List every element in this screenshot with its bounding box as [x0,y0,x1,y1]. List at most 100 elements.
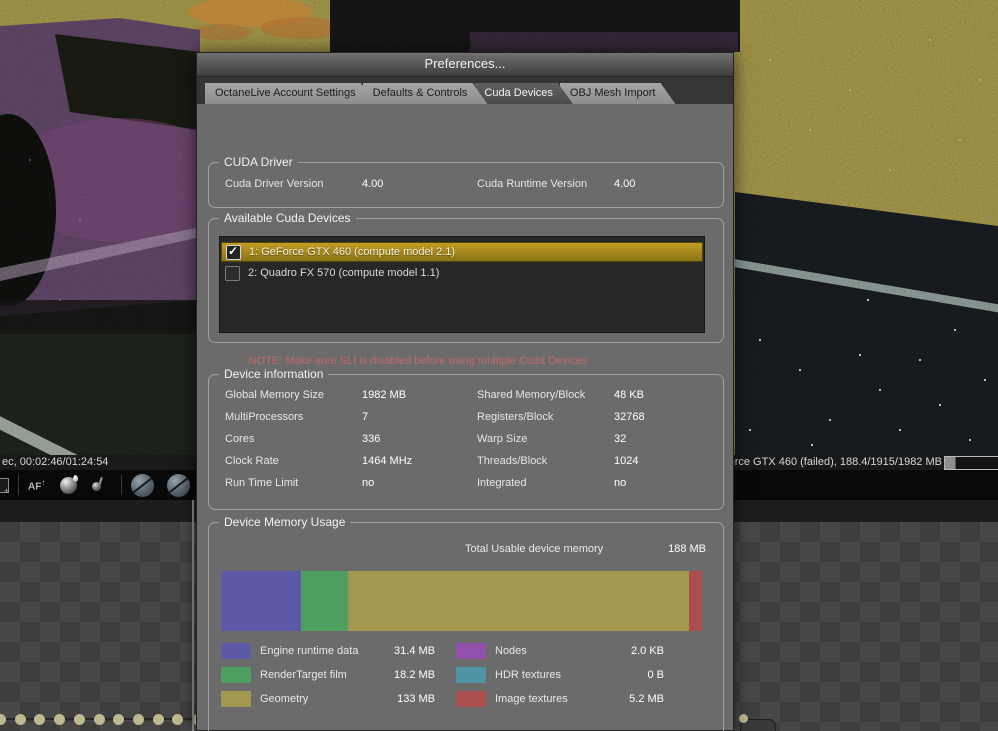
info-label: Clock Rate [225,455,279,467]
info-value: no [362,477,375,489]
legend-label: HDR textures [495,669,562,681]
render-time-status: ec, 00:02:46/01:24:54 [2,456,109,468]
sli-warning-note: NOTE: Make sure SLI is disabled before u… [248,355,588,367]
info-label: MultiProcessors [225,411,304,423]
bar-segment-engine-runtime [221,571,302,631]
keyframe-dot[interactable] [172,714,184,725]
info-label: Global Memory Size [225,389,325,401]
bar-segment-geometry [347,571,689,631]
focus-picker-icon[interactable] [92,476,108,493]
info-value: 48 KB [614,389,644,401]
legend-swatch-nodes [456,643,486,659]
device-memory-usage-group: Device Memory Usage Total Usable device … [208,515,724,731]
info-label: Integrated [477,477,527,489]
tab-defaults-controls[interactable]: Defaults & Controls [363,83,488,104]
info-value: 1464 MHz [362,455,413,467]
bar-segment-image-textures [688,571,702,631]
device-information-group: Device information Global Memory Size 19… [208,367,724,510]
group-label: Device information [219,367,329,382]
cuda-device-list: 1: GeForce GTX 460 (compute model 2.1) 2… [219,236,705,333]
tab-content-cuda-devices: CUDA Driver Cuda Driver Version 4.00 Cud… [197,104,733,731]
toolbar-separator [121,475,123,495]
tab-obj-mesh-import[interactable]: OBJ Mesh Import [560,83,676,104]
cuda-runtime-version-value: 4.00 [614,178,636,190]
cuda-driver-version-label: Cuda Driver Version [225,178,324,190]
info-value: 32 [614,433,627,445]
device-row-quadro570[interactable]: 2: Quadro FX 570 (compute model 1.1) [221,263,703,283]
legend-value: 18.2 MB [394,669,435,681]
device-row-gtx460[interactable]: 1: GeForce GTX 460 (compute model 2.1) [221,242,703,262]
total-usable-memory-label: Total Usable device memory [465,543,604,555]
device-label: 1: GeForce GTX 460 (compute model 2.1) [249,246,456,258]
legend-label: Nodes [495,645,527,657]
panel-divider[interactable] [192,500,194,731]
render-region-icon[interactable] [0,477,9,496]
info-label: Warp Size [477,433,528,445]
legend-label: Geometry [260,693,309,705]
legend-swatch-image-textures [456,691,486,707]
group-label: Device Memory Usage [219,515,351,530]
legend-swatch-geometry [221,691,251,707]
render-progress-bar [944,456,998,470]
sphere-disabled-alt-icon[interactable] [167,473,191,497]
info-label: Cores [225,433,255,445]
graph-node[interactable] [739,714,776,731]
autofocus-icon[interactable]: AF↑ [28,478,45,492]
dialog-title: Preferences... [424,56,506,71]
info-label: Registers/Block [477,411,554,423]
bar-segment-rendertarget-film [301,571,348,631]
info-label: Shared Memory/Block [477,389,586,401]
tab-octanelive-account-settings[interactable]: OctaneLive Account Settings [205,83,376,104]
info-value: 7 [362,411,369,423]
preferences-tabbar: OctaneLive Account Settings Defaults & C… [197,77,733,104]
cuda-driver-group: CUDA Driver Cuda Driver Version 4.00 Cud… [208,155,724,208]
group-label: CUDA Driver [219,155,298,170]
status-progress-fill [945,457,956,469]
app-window: ec, 00:02:46/01:24:54 ris, GeForce GTX 4… [0,0,998,731]
dialog-titlebar[interactable]: Preferences... [197,53,733,77]
material-ball-icon[interactable] [60,474,79,494]
legend-label: Engine runtime data [260,645,359,657]
keyframe-dot[interactable] [14,714,26,725]
info-label: Run Time Limit [225,477,299,489]
legend-swatch-hdr-textures [456,667,486,683]
keyframe-dot[interactable] [73,714,85,725]
info-value: no [614,477,627,489]
keyframe-dot[interactable] [132,714,144,725]
available-devices-group: Available Cuda Devices 1: GeForce GTX 46… [208,211,724,343]
memory-legend: Engine runtime data 31.4 MB Nodes 2.0 KB… [209,643,723,715]
keyframe-dot[interactable] [152,714,164,725]
sphere-disabled-icon[interactable] [131,473,155,497]
legend-value: 31.4 MB [394,645,435,657]
group-label: Available Cuda Devices [219,211,356,226]
cuda-runtime-version-label: Cuda Runtime Version [477,178,588,190]
info-value: 1024 [614,455,639,467]
preferences-dialog: Preferences... OctaneLive Account Settin… [196,52,734,731]
keyframe-dot[interactable] [34,714,46,725]
total-usable-memory-value: 188 MB [668,543,706,555]
legend-label: RenderTarget film [260,669,347,681]
legend-value: 5.2 MB [629,693,664,705]
legend-value: 2.0 KB [630,645,664,657]
keyframe-dot[interactable] [93,714,105,725]
device-checkbox-unchecked[interactable] [225,265,240,281]
memory-usage-bar [221,571,702,631]
toolbar-separator [18,475,19,495]
legend-value: 133 MB [397,693,435,705]
info-value: 336 [362,433,381,445]
legend-swatch-engine-runtime [221,643,251,659]
info-value: 1982 MB [362,389,407,401]
legend-value: 0 B [647,669,664,681]
cuda-driver-version-value: 4.00 [362,178,384,190]
device-checkbox-checked[interactable] [226,244,241,260]
legend-swatch-rendertarget-film [221,667,251,683]
keyframe-dot[interactable] [0,714,6,725]
legend-label: Image textures [495,693,568,705]
device-label: 2: Quadro FX 570 (compute model 1.1) [248,267,440,279]
info-value: 32768 [614,411,645,423]
keyframe-dot[interactable] [113,714,125,725]
timeline-track[interactable] [0,706,203,731]
tab-cuda-devices[interactable]: Cuda Devices [474,83,572,104]
keyframe-dot[interactable] [54,714,66,725]
node-pin-icon[interactable] [739,714,748,723]
